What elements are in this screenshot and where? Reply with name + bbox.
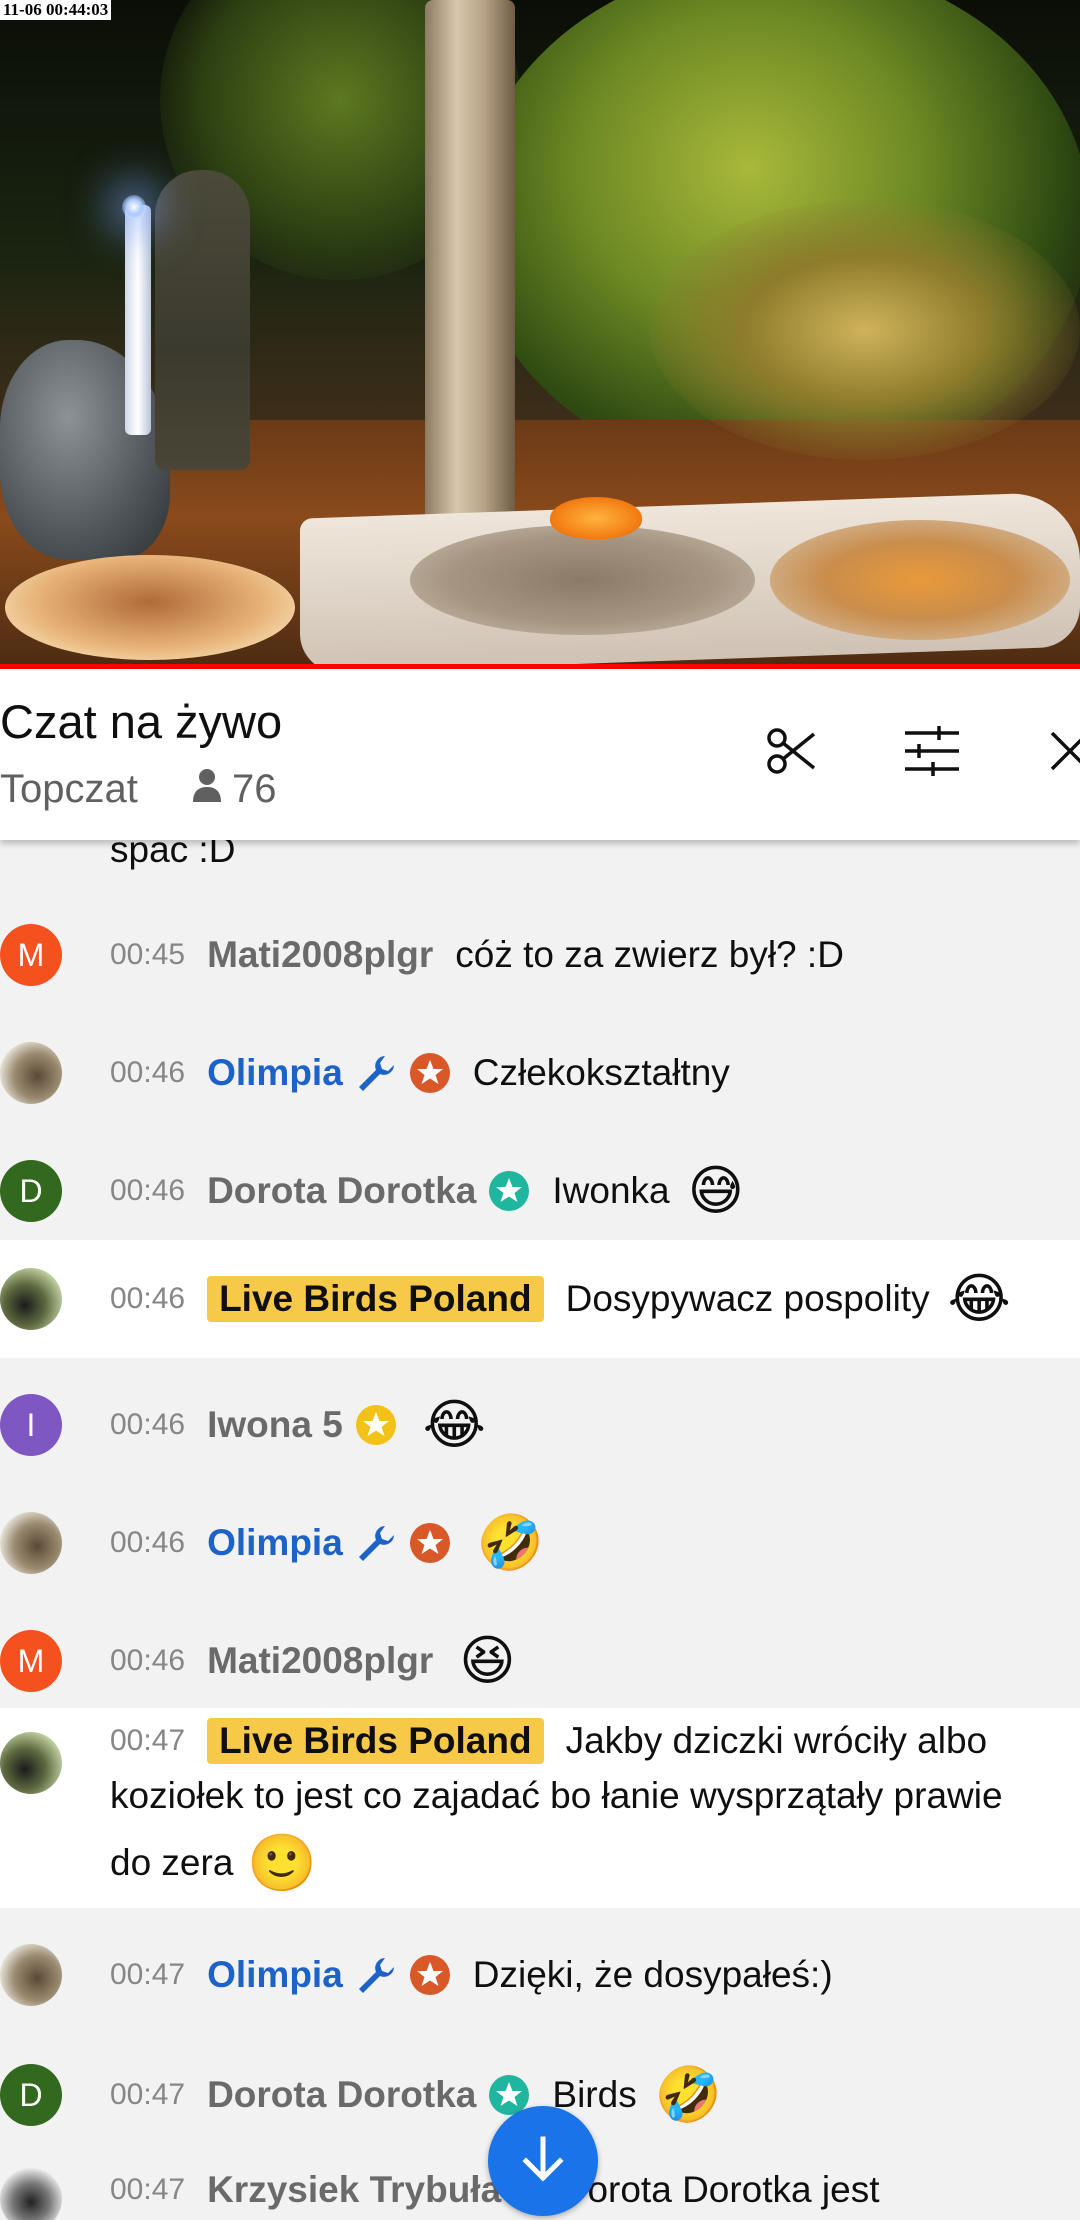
avatar bbox=[0, 1268, 62, 1330]
viewer-count-value: 76 bbox=[232, 767, 277, 811]
chat-message: 00:46 Olimpia 🤣 bbox=[0, 1488, 1080, 1598]
video-person bbox=[155, 170, 250, 470]
star-badge-icon bbox=[488, 1170, 530, 1212]
avatar bbox=[0, 1512, 62, 1574]
chat-header: Czat na żywo Topczat 76 bbox=[0, 669, 1080, 840]
emoji-rolling-laughing: 🤣 bbox=[654, 2065, 722, 2125]
message-text: Dosypywacz pospolity bbox=[565, 1278, 930, 1319]
message-time: 00:46 bbox=[110, 1644, 186, 1677]
video-seeds-right bbox=[770, 520, 1070, 640]
avatar bbox=[0, 2168, 62, 2220]
chat-message: D 00:46 Dorota Dorotka Iwonka 😅 bbox=[0, 1136, 1080, 1246]
chat-message: M 00:46 Mati2008plgr 😆 bbox=[0, 1606, 1080, 1716]
person-icon bbox=[192, 767, 222, 812]
scissors-icon bbox=[764, 723, 820, 784]
chat-message: spać :D bbox=[0, 840, 1080, 884]
message-author[interactable]: Olimpia bbox=[207, 1511, 343, 1575]
star-badge-icon bbox=[355, 1404, 397, 1446]
video-cloth bbox=[125, 205, 151, 435]
emoji-grinning-squint: 😆 bbox=[459, 1631, 516, 1691]
video-timestamp: 11-06 00:44:03 bbox=[0, 0, 112, 20]
message-author[interactable]: Mati2008plgr bbox=[207, 1629, 433, 1693]
chat-message: M 00:45 Mati2008plgr cóż to za zwierz by… bbox=[0, 900, 1080, 1010]
avatar bbox=[0, 1732, 62, 1794]
filter-icon bbox=[903, 725, 961, 782]
chat-message: 00:46 Olimpia Człekokształtny bbox=[0, 1018, 1080, 1128]
message-author[interactable]: Olimpia bbox=[207, 1041, 343, 1105]
star-badge-icon bbox=[409, 1522, 451, 1564]
video-player[interactable]: 11-06 00:44:03 bbox=[0, 0, 1080, 664]
message-time: 00:47 bbox=[110, 1958, 186, 1991]
message-time: 00:46 bbox=[110, 1056, 186, 1089]
chat-message-owner: 00:47 Live Birds Poland Jakby dziczki wr… bbox=[0, 1708, 1080, 1908]
message-text: spać :D bbox=[110, 840, 236, 870]
viewer-count: 76 bbox=[192, 767, 277, 812]
arrow-down-icon bbox=[517, 2133, 569, 2190]
message-time: 00:47 bbox=[110, 2078, 186, 2111]
video-seeds-left bbox=[410, 525, 755, 635]
emoji-sweat-smile: 😅 bbox=[687, 1161, 744, 1221]
message-time: 00:46 bbox=[110, 1408, 186, 1441]
clip-button[interactable] bbox=[760, 721, 824, 785]
chat-message-list[interactable]: spać :D M 00:45 Mati2008plgr cóż to za z… bbox=[0, 840, 1080, 2220]
message-time: 00:46 bbox=[110, 1282, 186, 1315]
message-text: Człekokształtny bbox=[472, 1052, 730, 1093]
message-text-line3: do zera bbox=[110, 1842, 234, 1883]
emoji-tears-of-joy: 😂 bbox=[947, 1269, 1011, 1329]
message-time: 00:45 bbox=[110, 938, 186, 971]
avatar: M bbox=[0, 924, 62, 986]
close-icon bbox=[1048, 729, 1080, 778]
emoji-tears-of-joy: 😂 bbox=[422, 1395, 486, 1455]
avatar bbox=[0, 1042, 62, 1104]
message-time: 00:46 bbox=[110, 1526, 186, 1559]
filter-button[interactable] bbox=[900, 721, 964, 785]
message-author[interactable]: Dorota Dorotka bbox=[207, 2063, 476, 2127]
emoji-slight-smile: 🙂 bbox=[247, 1831, 318, 1894]
message-text: Iwonka bbox=[552, 1170, 670, 1211]
message-author[interactable]: Olimpia bbox=[207, 1943, 343, 2007]
message-author[interactable]: Dorota Dorotka bbox=[207, 1159, 476, 1223]
video-headlamp bbox=[122, 195, 146, 219]
star-badge-icon bbox=[409, 1954, 451, 1996]
video-foliage-lit bbox=[650, 200, 1080, 460]
message-text: Dzięki, że dosypałeś:) bbox=[472, 1954, 833, 1995]
avatar: M bbox=[0, 1630, 62, 1692]
message-author[interactable]: Krzysiek Trybuła bbox=[207, 2158, 501, 2220]
message-author[interactable]: Live Birds Poland bbox=[207, 1276, 544, 1322]
chat-message: 00:47 Olimpia Dzięki, że dosypałeś:) bbox=[0, 1920, 1080, 2030]
message-author[interactable]: Mati2008plgr bbox=[207, 923, 433, 987]
message-author[interactable]: Iwona 5 bbox=[207, 1393, 343, 1457]
chat-mode-selector[interactable]: Topczat bbox=[0, 767, 138, 812]
wrench-icon bbox=[355, 1052, 397, 1094]
video-tree-trunk bbox=[425, 0, 515, 550]
chat-title: Czat na żywo bbox=[0, 695, 283, 748]
star-badge-icon bbox=[409, 1052, 451, 1094]
message-time: 00:47 bbox=[110, 2173, 186, 2206]
chat-message: I 00:46 Iwona 5 😂 bbox=[0, 1370, 1080, 1480]
avatar: I bbox=[0, 1394, 62, 1456]
message-time: 00:46 bbox=[110, 1174, 186, 1207]
close-button[interactable] bbox=[1038, 721, 1080, 785]
message-text-line2: koziołek to jest co zajadać bo łanie wys… bbox=[110, 1775, 1003, 1816]
video-orange-half bbox=[550, 497, 642, 539]
chat-message-owner: 00:46 Live Birds Poland Dosypywacz pospo… bbox=[0, 1240, 1080, 1358]
message-text: cóż to za zwierz był? :D bbox=[455, 934, 844, 975]
message-author[interactable]: Live Birds Poland bbox=[207, 1718, 544, 1764]
emoji-rolling-laughing: 🤣 bbox=[476, 1513, 545, 1573]
avatar bbox=[0, 1944, 62, 2006]
avatar: D bbox=[0, 1160, 62, 1222]
wrench-icon bbox=[355, 1522, 397, 1564]
wrench-icon bbox=[355, 1954, 397, 1996]
avatar: D bbox=[0, 2064, 62, 2126]
video-water-bowl bbox=[5, 555, 295, 660]
scroll-to-bottom-button[interactable] bbox=[488, 2106, 598, 2216]
